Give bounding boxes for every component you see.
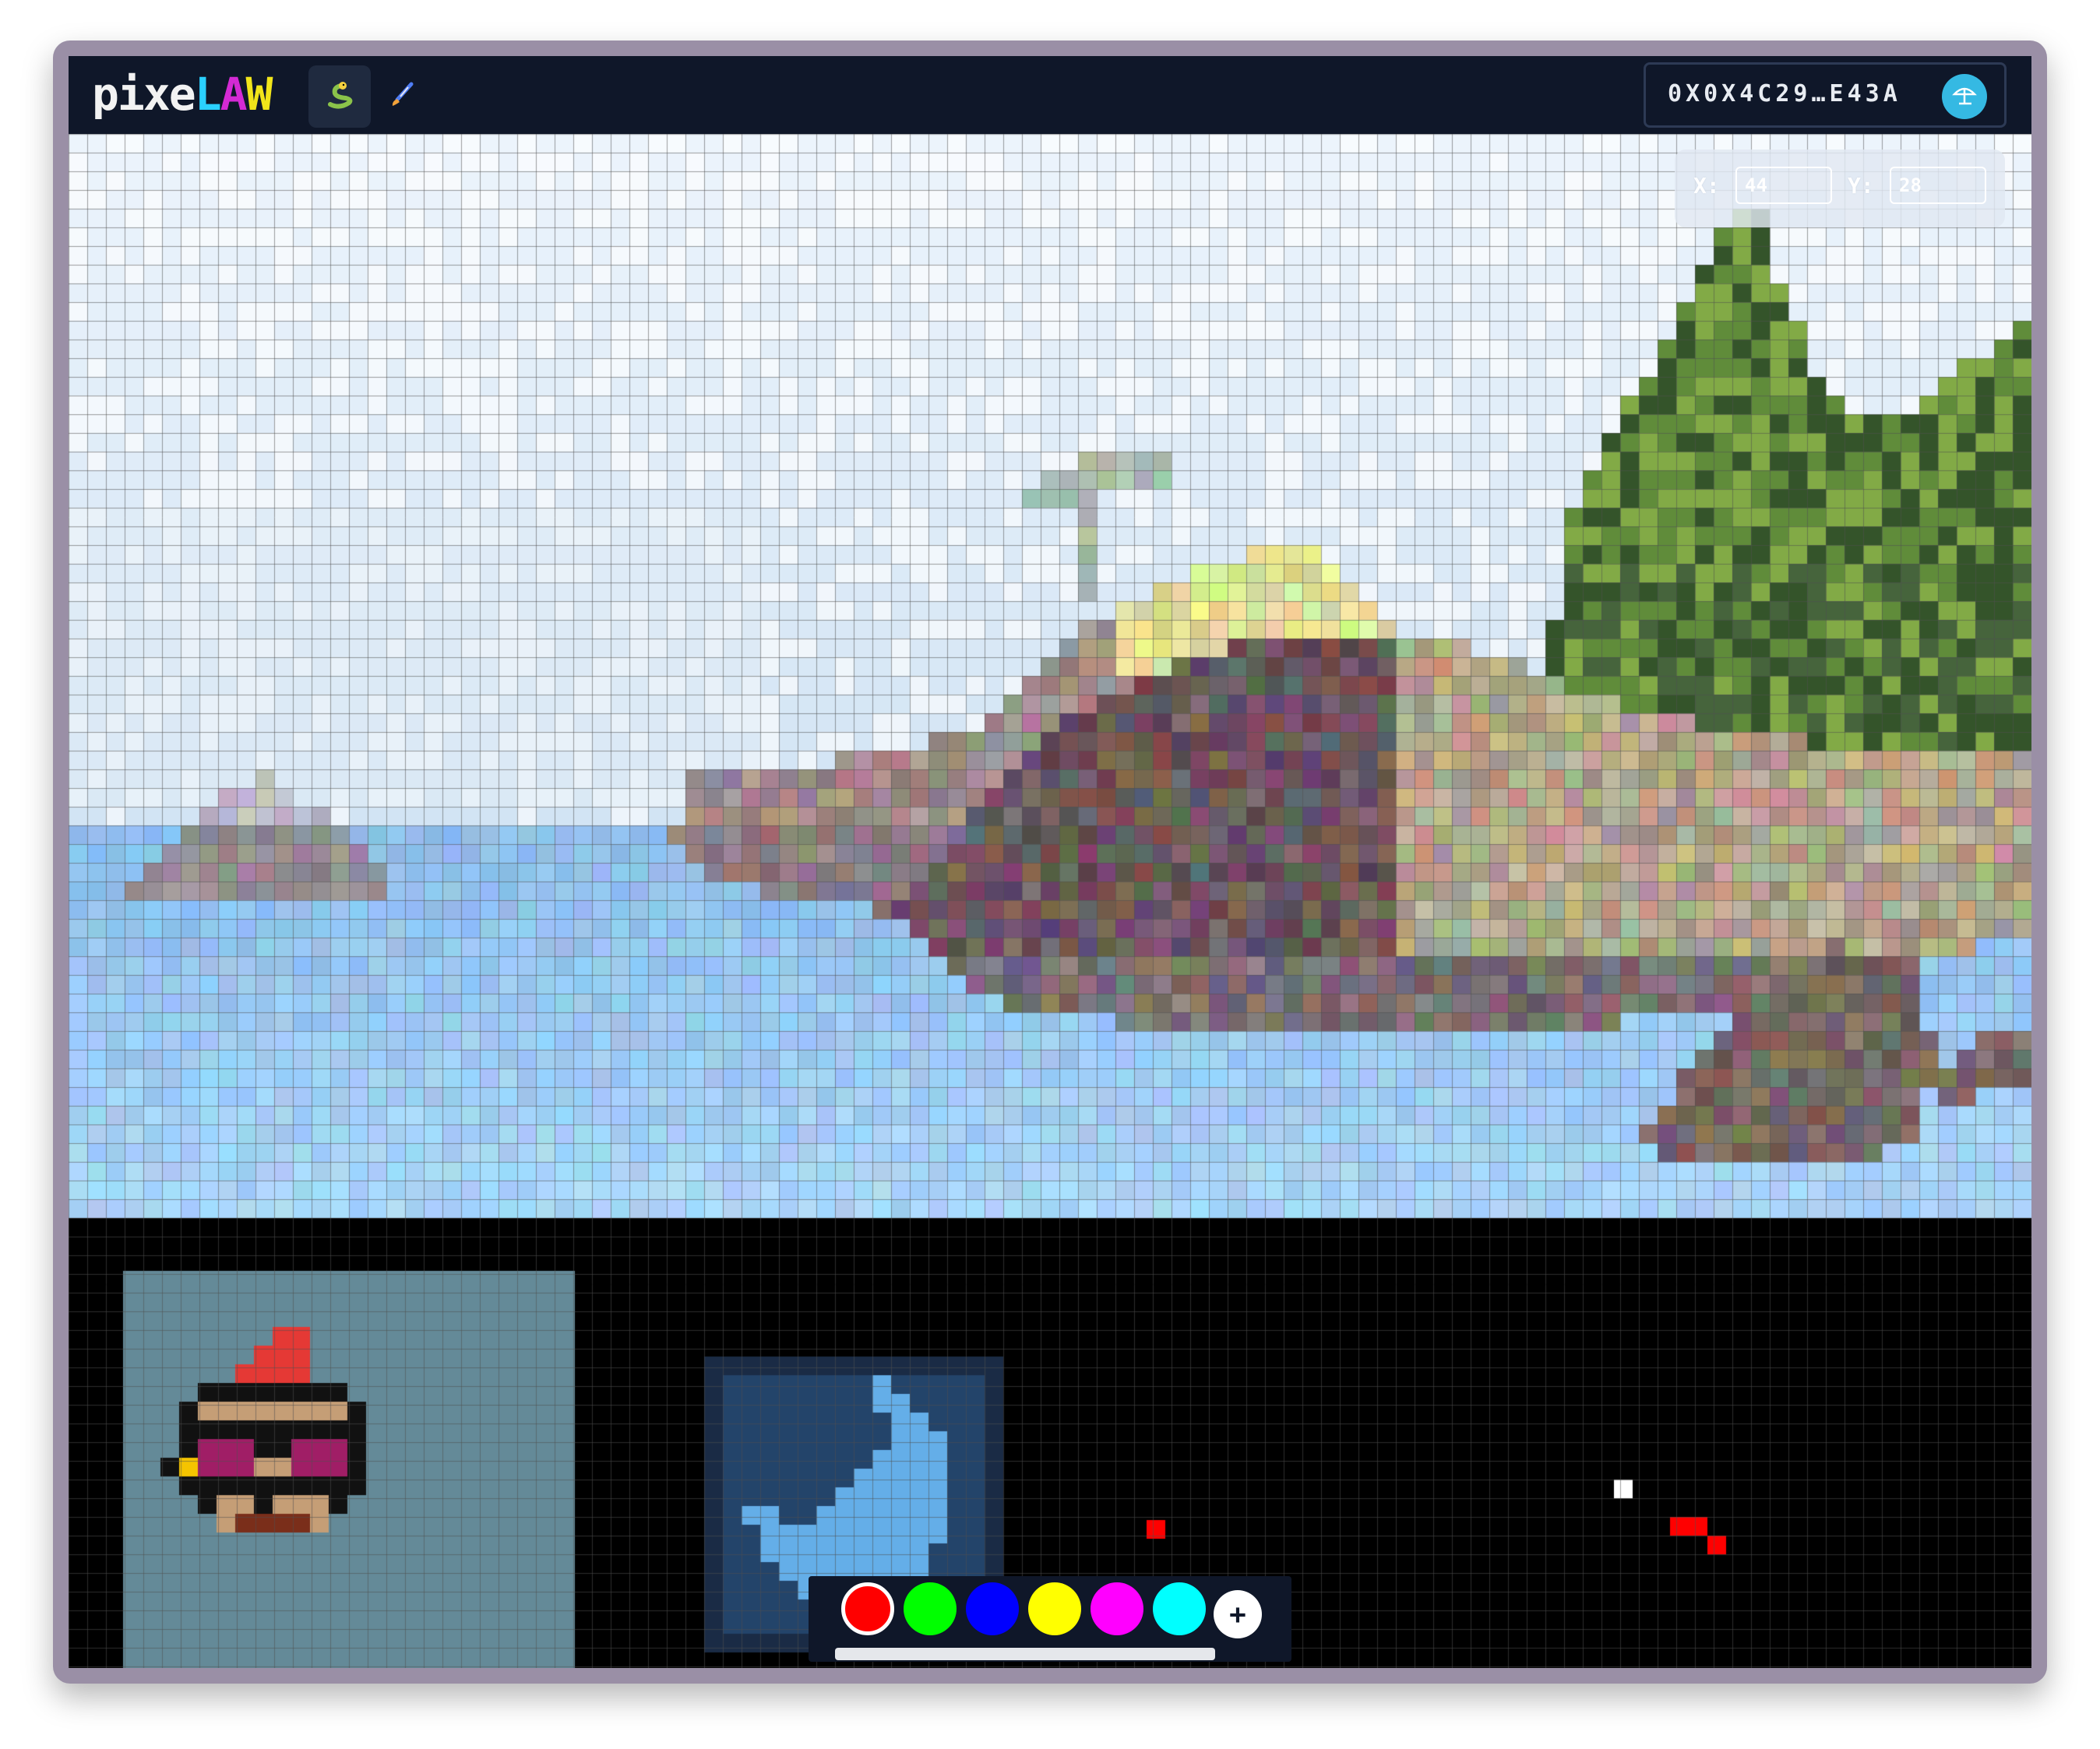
paint-app-button[interactable] — [371, 65, 433, 128]
x-coord-input[interactable] — [1735, 167, 1832, 204]
color-swatch-magenta[interactable] — [1091, 1582, 1143, 1635]
logo-part-l: L — [194, 68, 222, 121]
coordinate-panel: X: Y: — [1675, 150, 2005, 227]
add-color-button[interactable]: + — [1214, 1590, 1262, 1638]
wallet-address: 0X0X4C29…E43A — [1668, 80, 1901, 107]
color-swatch-green[interactable] — [904, 1582, 957, 1635]
snake-icon — [322, 78, 357, 115]
app-screen: pixeLAW 0X0X4C29…E43A X: 44 Y: 28 + — [69, 56, 2031, 1668]
color-swatch-red[interactable] — [841, 1582, 894, 1635]
wallet-avatar — [1942, 74, 1987, 119]
umbrella-icon — [1951, 82, 1978, 111]
color-swatch-yellow[interactable] — [1028, 1582, 1081, 1635]
logo-part-a: A — [220, 68, 248, 121]
top-bar: pixeLAW 0X0X4C29…E43A — [69, 56, 2031, 134]
snake-app-button[interactable] — [308, 65, 371, 128]
y-coord-label: Y: — [1848, 173, 1874, 199]
color-swatch-blue[interactable] — [966, 1582, 1019, 1635]
logo-part-w: W — [245, 68, 273, 121]
plus-icon: + — [1229, 1598, 1246, 1631]
app-window: pixeLAW 0X0X4C29…E43A X: 44 Y: 28 + — [53, 40, 2047, 1684]
x-coord-label: X: — [1693, 173, 1720, 199]
y-coord-input[interactable] — [1890, 167, 1986, 204]
palette-scrollbar[interactable] — [835, 1648, 1215, 1660]
paintbrush-icon — [385, 78, 419, 115]
pixelaw-logo: pixeLAW — [92, 67, 273, 121]
color-palette: + — [809, 1576, 1291, 1662]
color-swatch-cyan[interactable] — [1153, 1582, 1206, 1635]
logo-part-pixe: pixe — [92, 68, 196, 121]
wallet-button[interactable]: 0X0X4C29…E43A — [1644, 62, 2007, 128]
pixel-canvas[interactable] — [69, 134, 2031, 1668]
